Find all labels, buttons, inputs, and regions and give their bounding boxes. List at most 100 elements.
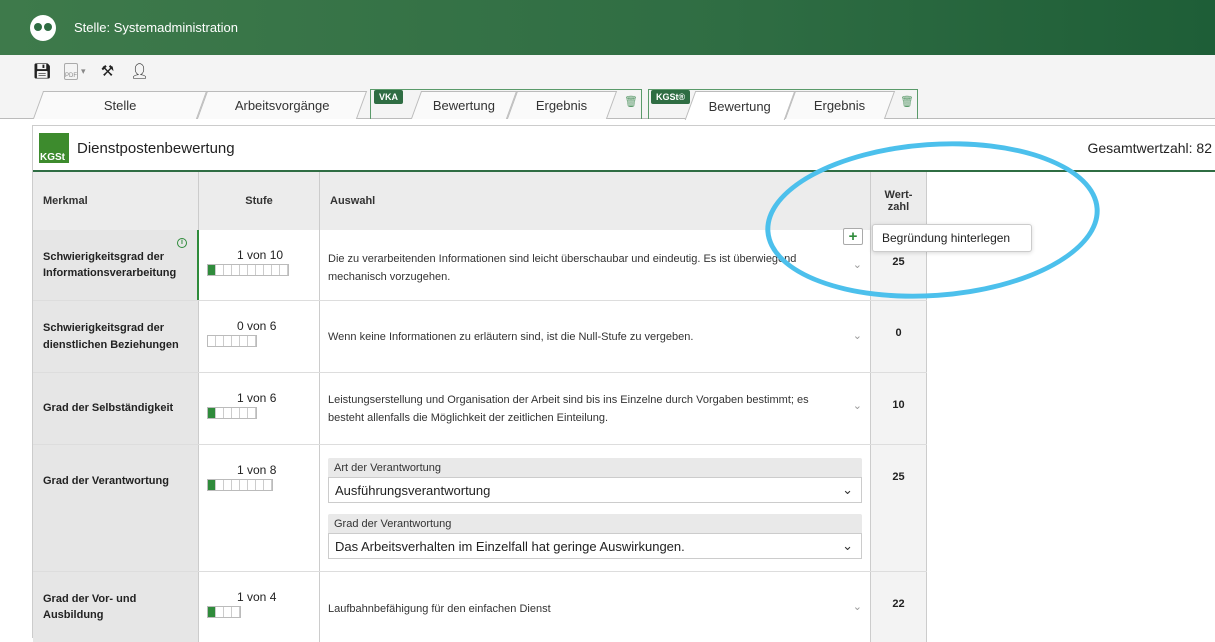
- vka-tag: VKA: [374, 90, 404, 104]
- level-segment: [248, 265, 256, 275]
- level-segment: [232, 607, 240, 617]
- level-bar: [207, 407, 257, 419]
- auswahl-select[interactable]: Die zu verarbeitenden Informationen sind…: [320, 230, 871, 300]
- total-score: Gesamtwertzahl: 82: [1087, 140, 1213, 156]
- table-row: Schwierigkeitsgrad der dienstlichen Bezi…: [33, 301, 927, 373]
- tab-kgst-bewertung[interactable]: Bewertung: [684, 91, 796, 120]
- kgst-logo: KGSt: [39, 133, 69, 163]
- merkmal-cell: Schwierigkeitsgrad der Informationsverar…: [33, 230, 199, 300]
- level-segment: [280, 265, 288, 275]
- tab-vka-bewertung[interactable]: Bewertung: [410, 91, 518, 119]
- verantwortung-grad-select[interactable]: Das Arbeitsverhalten im Einzelfall hat g…: [328, 533, 862, 559]
- level-segment: [248, 408, 256, 418]
- level-segment: [264, 265, 272, 275]
- level-segment: [208, 607, 216, 617]
- tab-arbeitsvorgaenge[interactable]: Arbeitsvorgänge: [196, 91, 368, 119]
- level-segment: [240, 408, 248, 418]
- level-segment: [216, 408, 224, 418]
- table-row: Grad der Selbständigkeit 1 von 6 Leistun…: [33, 373, 927, 445]
- auswahl-cell: Art der Verantwortung Ausführungsverantw…: [320, 445, 871, 571]
- level-segment: [208, 408, 216, 418]
- level-segment: [216, 336, 224, 346]
- chevron-down-icon: ⌄: [852, 259, 862, 271]
- wertzahl-cell: 22: [871, 572, 927, 642]
- panel-header: KGSt Dienstpostenbewertung Gesamtwertzah…: [33, 126, 1215, 172]
- level-segment: [232, 480, 240, 490]
- wertzahl-cell: 25: [871, 445, 927, 571]
- pdf-icon: PDF: [64, 62, 78, 80]
- stufe-cell[interactable]: 1 von 8: [199, 445, 320, 571]
- level-segment: [240, 336, 248, 346]
- level-bar: [207, 479, 273, 491]
- stufe-cell[interactable]: 1 von 4: [199, 572, 320, 642]
- trash-icon[interactable]: 🗑︎: [624, 95, 638, 108]
- owl-logo-icon: [30, 14, 56, 41]
- level-segment: [216, 265, 224, 275]
- stufe-cell[interactable]: 1 von 10: [199, 230, 320, 300]
- select-label: Art der Verantwortung: [328, 458, 862, 478]
- level-bar: [207, 606, 241, 618]
- header-wertzahl: Wert-zahl: [871, 172, 927, 230]
- trash-icon[interactable]: 🗑︎: [900, 95, 914, 108]
- info-icon[interactable]: i: [177, 238, 187, 248]
- level-bar: [207, 335, 257, 347]
- level-segment: [232, 336, 240, 346]
- table-row: Grad der Vor- und Ausbildung 1 von 4 Lau…: [33, 572, 927, 642]
- level-segment: [240, 265, 248, 275]
- chevron-down-icon: ▾: [81, 65, 86, 76]
- level-segment: [224, 265, 232, 275]
- wertzahl-cell: 0: [871, 301, 927, 372]
- tooltip: Begründung hinterlegen: [872, 224, 1032, 252]
- level-segment: [224, 408, 232, 418]
- auswahl-select[interactable]: Leistungserstellung und Organisation der…: [320, 373, 871, 444]
- merkmal-cell: Schwierigkeitsgrad der dienstlichen Bezi…: [33, 301, 199, 372]
- level-segment: [216, 607, 224, 617]
- chevron-down-icon: ⌄: [842, 482, 853, 497]
- header-auswahl: Auswahl: [320, 172, 871, 230]
- level-segment: [224, 607, 232, 617]
- level-segment: [232, 408, 240, 418]
- chevron-down-icon: ⌄: [842, 538, 853, 553]
- panel-title: Dienstpostenbewertung: [77, 139, 235, 157]
- title-bar: Stelle: Systemadministration: [0, 0, 1215, 55]
- stufe-cell[interactable]: 1 von 6: [199, 373, 320, 444]
- chevron-down-icon: ⌄: [852, 330, 862, 342]
- header-stufe: Stufe: [199, 172, 320, 230]
- merkmal-cell: Grad der Vor- und Ausbildung: [33, 572, 199, 642]
- chevron-down-icon: ⌄: [852, 400, 862, 412]
- window-title: Stelle: Systemadministration: [74, 20, 239, 35]
- level-segment: [248, 336, 256, 346]
- level-segment: [272, 265, 280, 275]
- level-segment: [216, 480, 224, 490]
- table-row: Schwierigkeitsgrad der Informationsverar…: [33, 230, 927, 301]
- tab-vka-ergebnis[interactable]: Ergebnis: [506, 91, 618, 119]
- level-segment: [224, 480, 232, 490]
- level-segment: [256, 265, 264, 275]
- stufe-cell[interactable]: 0 von 6: [199, 301, 320, 372]
- pdf-export-button[interactable]: PDF ▾: [64, 62, 86, 80]
- select-label: Grad der Verantwortung: [328, 514, 862, 534]
- auswahl-select[interactable]: Wenn keine Informationen zu erläutern si…: [320, 301, 871, 372]
- tab-kgst-ergebnis[interactable]: Ergebnis: [784, 91, 896, 119]
- auswahl-select[interactable]: Laufbahnbefähigung für den einfachen Die…: [320, 572, 871, 642]
- save-icon[interactable]: 💾︎: [32, 61, 52, 81]
- level-segment: [208, 480, 216, 490]
- level-segment: [224, 336, 232, 346]
- chevron-down-icon: ⌄: [852, 601, 862, 613]
- kgst-tag: KGSt®: [651, 90, 691, 104]
- evaluation-panel: KGSt Dienstpostenbewertung Gesamtwertzah…: [32, 125, 1215, 642]
- merkmal-cell: Grad der Selbständigkeit: [33, 373, 199, 444]
- level-bar: [207, 264, 289, 276]
- header-merkmal: Merkmal: [33, 172, 199, 230]
- tab-bar: Stelle Arbeitsvorgänge Bewertung Ergebni…: [0, 87, 1215, 120]
- verantwortung-art-select[interactable]: Ausführungsverantwortung ⌄: [328, 477, 862, 503]
- toolbar: 💾︎ PDF ▾ ⚒ 👤︎: [0, 55, 1215, 87]
- add-justification-button[interactable]: +: [843, 228, 863, 245]
- tab-stelle[interactable]: Stelle: [32, 91, 208, 119]
- hammer-search-icon[interactable]: ⚒: [98, 61, 118, 81]
- level-segment: [264, 480, 272, 490]
- merkmal-cell: Grad der Verantwortung: [33, 445, 199, 571]
- level-segment: [248, 480, 256, 490]
- user-add-icon[interactable]: 👤︎: [130, 61, 150, 81]
- table-row: Grad der Verantwortung 1 von 8 Art der V…: [33, 445, 927, 572]
